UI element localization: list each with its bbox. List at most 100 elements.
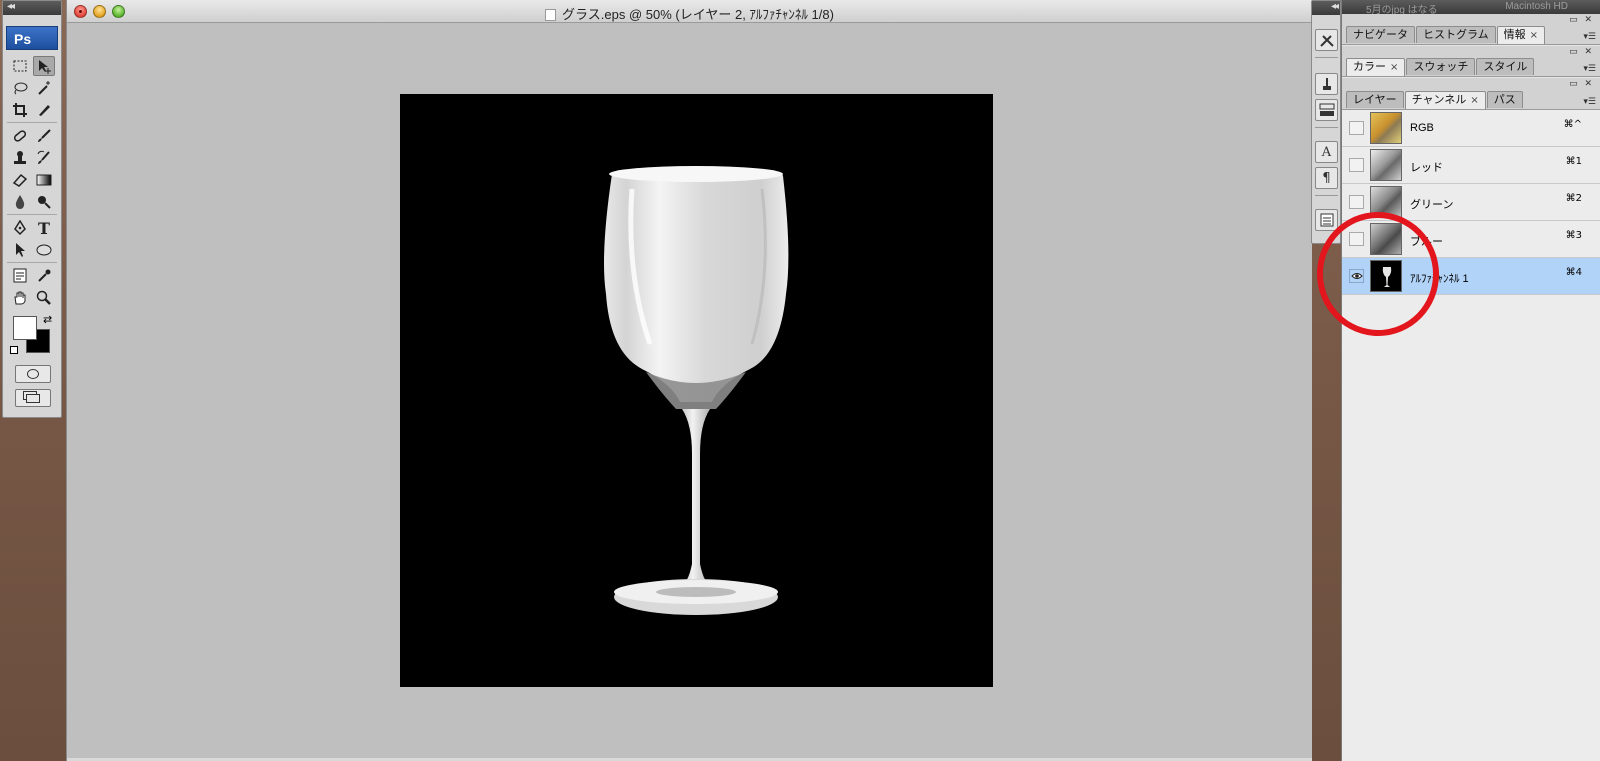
wine-glass-image: [604, 166, 789, 615]
channel-thumbnail: [1370, 149, 1402, 181]
panel-group-controls-icon[interactable]: ▭ ✕: [1569, 15, 1594, 25]
lasso-icon[interactable]: [9, 78, 31, 98]
layer-comps-icon[interactable]: [1315, 99, 1338, 121]
separator: [1315, 127, 1338, 128]
zoom-icon[interactable]: [33, 288, 55, 308]
image-canvas[interactable]: [400, 94, 993, 687]
separator: [1315, 195, 1338, 196]
document-titlebar[interactable]: グラス.eps @ 50% (レイヤー 2, ｱﾙﾌｧﾁｬﾝﾈﾙ 1/8): [67, 0, 1312, 23]
move-icon[interactable]: [33, 56, 55, 76]
tab-swatches[interactable]: スウォッチ: [1406, 58, 1476, 75]
panel-group-controls-icon[interactable]: ▭ ✕: [1569, 79, 1594, 89]
wine-glass-thumbnail: [1382, 267, 1392, 287]
hand-icon[interactable]: [9, 288, 31, 308]
channel-thumbnail: [1370, 112, 1402, 144]
visibility-toggle[interactable]: [1349, 269, 1364, 283]
tab-label: スタイル: [1483, 60, 1528, 73]
dodge-icon[interactable]: [33, 192, 55, 212]
panel-menu-icon[interactable]: ▾☰: [1583, 64, 1596, 74]
tab-info[interactable]: 情報 ×: [1496, 26, 1546, 44]
tools-panel: ◂◂ Ps T ⇄: [2, 0, 62, 418]
panel-menu-icon[interactable]: ▾☰: [1583, 97, 1596, 107]
close-tab-icon[interactable]: ×: [1390, 62, 1398, 73]
channel-row-alpha-1[interactable]: ｱﾙﾌｧﾁｬﾝﾈﾙ 1 ⌘4: [1342, 258, 1600, 295]
visibility-toggle[interactable]: [1349, 121, 1364, 135]
channel-row-green[interactable]: グリーン ⌘2: [1342, 184, 1600, 221]
default-colors-icon[interactable]: [10, 346, 18, 354]
ps-logo[interactable]: Ps: [6, 26, 58, 50]
tab-label: ナビゲータ: [1353, 28, 1408, 41]
channels-list: RGB ⌘^ レッド ⌘1 グリーン ⌘2 ブルー ⌘3 ｱﾙﾌｧﾁｬﾝﾈﾙ 1: [1342, 110, 1600, 761]
panel-dock-header[interactable]: 5月のjpg はなる Macintosh HD: [1342, 0, 1600, 16]
quick-mask-icon: [27, 369, 39, 379]
collapse-arrows-icon[interactable]: ◂◂: [1331, 1, 1339, 12]
tools-panel-header[interactable]: ◂◂: [3, 1, 61, 15]
channel-row-blue[interactable]: ブルー ⌘3: [1342, 221, 1600, 258]
panel-group-navigator: ▭ ✕ ▾☰ ナビゲータ ヒストグラム 情報 ×: [1342, 14, 1600, 45]
visibility-toggle[interactable]: [1349, 195, 1364, 209]
gradient-icon[interactable]: [33, 170, 55, 190]
tab-histogram[interactable]: ヒストグラム: [1416, 26, 1496, 43]
close-tab-icon[interactable]: ×: [1470, 95, 1478, 106]
eye-icon: [1350, 273, 1363, 279]
foreground-color-swatch[interactable]: [13, 316, 37, 340]
magic-wand-icon[interactable]: [33, 78, 55, 98]
panel-group-controls-icon[interactable]: ▭ ✕: [1569, 47, 1594, 57]
healing-brush-icon[interactable]: [9, 126, 31, 146]
tab-label: レイヤー: [1353, 93, 1397, 106]
ellipse-shape-icon[interactable]: [33, 240, 55, 260]
tab-color[interactable]: カラー ×: [1346, 58, 1406, 76]
swap-colors-icon[interactable]: ⇄: [43, 313, 52, 326]
tab-label: カラー: [1353, 60, 1386, 73]
tab-label: チャンネル: [1411, 93, 1467, 106]
blur-icon[interactable]: [9, 192, 31, 212]
visibility-toggle[interactable]: [1349, 158, 1364, 172]
clone-source-icon[interactable]: [1315, 209, 1338, 231]
notes-icon[interactable]: [9, 266, 31, 286]
pen-icon[interactable]: [9, 218, 31, 238]
tab-label: パス: [1493, 93, 1516, 106]
marquee-icon[interactable]: [9, 56, 31, 76]
history-brush-icon[interactable]: [33, 148, 55, 168]
dock-header[interactable]: ◂◂: [1312, 1, 1340, 15]
tool-presets-icon[interactable]: [1315, 29, 1338, 51]
clone-stamp-icon[interactable]: [9, 148, 31, 168]
crop-icon[interactable]: [9, 100, 31, 120]
close-tab-icon[interactable]: ×: [1530, 30, 1538, 41]
icon-dock: ◂◂ A ¶: [1311, 0, 1341, 244]
panel-tabs: ナビゲータ ヒストグラム 情報 ×: [1346, 26, 1546, 44]
channel-shortcut: ⌘1: [1565, 156, 1582, 167]
eyedropper-icon[interactable]: [33, 266, 55, 286]
tab-channels[interactable]: チャンネル ×: [1404, 91, 1486, 109]
quick-mask-button[interactable]: [15, 365, 51, 383]
panel-group-color: ▭ ✕ ▾☰ カラー × スウォッチ スタイル: [1342, 46, 1600, 77]
separator: [7, 214, 57, 215]
path-select-icon[interactable]: [9, 240, 31, 260]
channel-thumbnail: [1370, 260, 1402, 292]
brush-icon[interactable]: [33, 126, 55, 146]
document-title: グラス.eps @ 50% (レイヤー 2, ｱﾙﾌｧﾁｬﾝﾈﾙ 1/8): [562, 7, 834, 22]
separator: [1315, 57, 1338, 58]
channel-shortcut: ⌘3: [1565, 230, 1582, 241]
tab-styles[interactable]: スタイル: [1476, 58, 1535, 75]
panel-menu-icon[interactable]: ▾☰: [1583, 32, 1596, 42]
slice-icon[interactable]: [33, 100, 55, 120]
character-icon[interactable]: A: [1315, 141, 1338, 163]
screen-mode-button[interactable]: [15, 389, 51, 407]
channel-row-red[interactable]: レッド ⌘1: [1342, 147, 1600, 184]
paragraph-icon[interactable]: ¶: [1315, 167, 1338, 189]
type-icon[interactable]: T: [33, 218, 55, 238]
channel-name: RGB: [1410, 122, 1434, 134]
collapse-arrows-icon[interactable]: ◂◂: [7, 1, 15, 12]
channel-row-rgb[interactable]: RGB ⌘^: [1342, 110, 1600, 147]
brushes-icon[interactable]: [1315, 73, 1338, 95]
tab-label: スウォッチ: [1413, 60, 1469, 73]
eraser-icon[interactable]: [9, 170, 31, 190]
channel-name: ブルー: [1410, 236, 1443, 248]
document-proxy-icon[interactable]: [545, 9, 557, 21]
tab-paths[interactable]: パス: [1486, 91, 1523, 108]
tab-navigator[interactable]: ナビゲータ: [1346, 26, 1415, 43]
visibility-toggle[interactable]: [1349, 232, 1364, 246]
tab-layers[interactable]: レイヤー: [1346, 91, 1404, 108]
channel-thumbnail: [1370, 186, 1402, 218]
